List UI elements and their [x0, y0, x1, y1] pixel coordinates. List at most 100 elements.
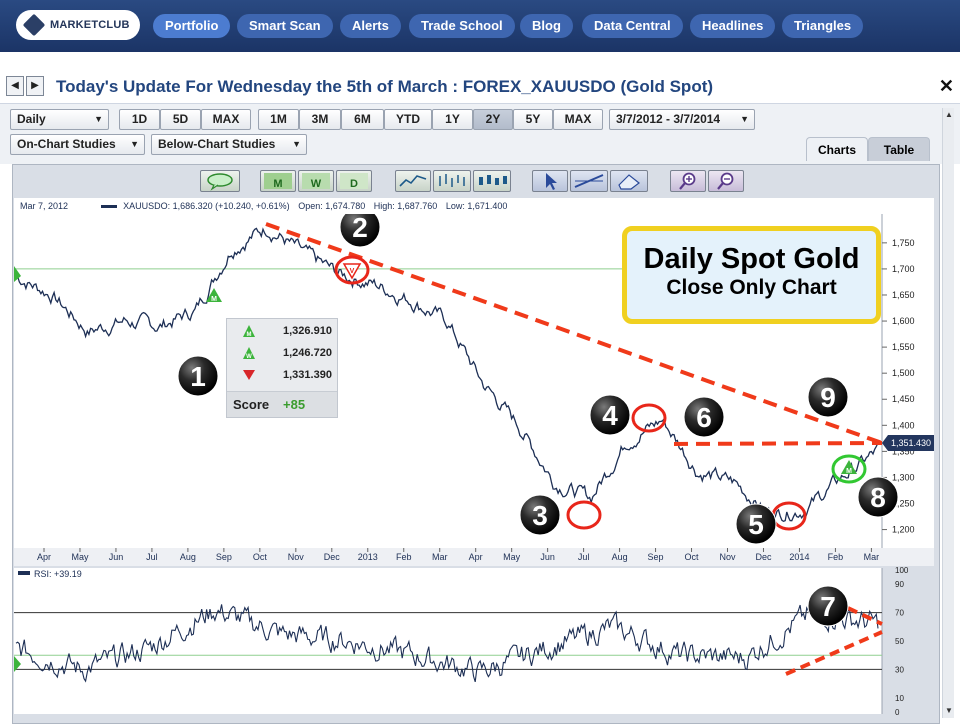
nav-blog[interactable]: Blog	[520, 14, 573, 38]
m-up-arrow-icon: M	[243, 325, 255, 338]
svg-text:1: 1	[190, 361, 206, 392]
scroll-up-icon[interactable]: ▲	[943, 108, 955, 122]
pointer-icon[interactable]	[532, 170, 568, 192]
date-tick-label: Sep	[648, 552, 664, 562]
vertical-scrollbar[interactable]: ▲ ▼	[942, 108, 954, 718]
top-nav: MARKETCLUB Portfolio Smart Scan Alerts T…	[0, 0, 960, 52]
range-max-button[interactable]: MAX	[201, 109, 251, 130]
info-low: Low: 1,671.400	[445, 201, 508, 211]
marker-1-icon: 1	[177, 355, 219, 397]
date-tick-label: 2013	[358, 552, 378, 562]
candlestick-icon[interactable]	[473, 170, 511, 192]
comment-icon[interactable]	[200, 170, 240, 192]
trendline-icon[interactable]	[570, 170, 608, 192]
on-chart-studies-select[interactable]: On-Chart Studies ▼	[10, 134, 145, 155]
date-tick-label: Dec	[755, 552, 772, 562]
svg-text:M: M	[211, 296, 217, 303]
rsi-tick-label: 30	[895, 665, 904, 674]
nav-trade-school[interactable]: Trade School	[409, 14, 515, 38]
prev-button[interactable]: ◀	[6, 76, 24, 96]
range-1y-button[interactable]: 1Y	[432, 109, 473, 130]
nav-headlines[interactable]: Headlines	[690, 14, 776, 38]
annotation-box: Daily Spot Gold Close Only Chart	[622, 226, 881, 324]
zoom-in-icon[interactable]	[670, 170, 706, 192]
bar-chart-icon[interactable]	[433, 170, 471, 192]
rsi-tick-label: 90	[895, 580, 904, 589]
svg-text:V: V	[350, 268, 355, 275]
svg-text:8: 8	[870, 482, 886, 513]
price-tick-label: 1,500	[892, 368, 915, 378]
svg-text:W: W	[246, 354, 252, 359]
date-tick-label: Aug	[180, 552, 196, 562]
last-price-value: 1,351.430	[891, 438, 931, 448]
svg-text:W: W	[311, 178, 322, 190]
nav-data-central[interactable]: Data Central	[582, 14, 683, 38]
svg-text:4: 4	[602, 400, 618, 431]
eraser-icon[interactable]	[610, 170, 648, 192]
range-3m-button[interactable]: 3M	[299, 109, 341, 130]
marketclub-logo[interactable]: MARKETCLUB	[16, 10, 140, 40]
on-chart-studies-label: On-Chart Studies	[17, 137, 116, 151]
svg-text:3: 3	[532, 500, 548, 531]
range-1m-button[interactable]: 1M	[258, 109, 299, 130]
date-range-value: 3/7/2012 - 3/7/2014	[616, 112, 721, 126]
date-tick-label: Feb	[396, 552, 412, 562]
date-tick-label: Oct	[253, 552, 268, 562]
below-chart-studies-select[interactable]: Below-Chart Studies ▼	[151, 134, 307, 155]
period-select[interactable]: Daily ▼	[10, 109, 109, 130]
date-tick-label: May	[503, 552, 521, 562]
annotation-title: Daily Spot Gold	[643, 243, 860, 275]
title-bar: ◀ ▶ Today's Update For Wednesday the 5th…	[0, 70, 960, 104]
date-tick-label: Mar	[864, 552, 880, 562]
nav-portfolio[interactable]: Portfolio	[153, 14, 231, 38]
info-symbol: XAUUSDO: 1,686.320 (+10.240, +0.61%)	[123, 201, 290, 211]
below-chart-studies-label: Below-Chart Studies	[158, 137, 276, 151]
nav-smart-scan[interactable]: Smart Scan	[237, 14, 333, 38]
nav-triangles[interactable]: Triangles	[782, 14, 864, 38]
range-5d-button[interactable]: 5D	[160, 109, 201, 130]
range-max-button-2[interactable]: MAX	[553, 109, 603, 130]
zoom-out-icon[interactable]	[708, 170, 744, 192]
period-select-value: Daily	[17, 112, 46, 126]
marker-6-icon: 6	[683, 396, 725, 438]
date-tick-label: Feb	[828, 552, 844, 562]
marker-3-icon: 3	[519, 494, 561, 536]
rsi-tick-label: 10	[895, 694, 904, 703]
close-icon[interactable]: ✕	[939, 76, 954, 97]
nav-alerts[interactable]: Alerts	[340, 14, 401, 38]
date-tick-label: Jun	[109, 552, 124, 562]
date-tick-label: Sep	[216, 552, 232, 562]
score-row-1-value: 1,326.910	[283, 325, 332, 337]
weekly-signal-icon[interactable]: W	[298, 170, 334, 192]
range-6m-button[interactable]: 6M	[341, 109, 384, 130]
rsi-tick-label: 70	[895, 609, 904, 618]
line-chart-icon[interactable]	[395, 170, 431, 192]
date-tick-label: Oct	[685, 552, 700, 562]
price-tick-label: 1,200	[892, 525, 915, 535]
monthly-signal-icon[interactable]: M	[260, 170, 296, 192]
logo-text: MARKETCLUB	[50, 19, 130, 31]
range-1d-button[interactable]: 1D	[119, 109, 160, 130]
date-tick-label: Jun	[540, 552, 555, 562]
chevron-down-icon: ▼	[740, 114, 749, 124]
range-5y-button[interactable]: 5Y	[513, 109, 553, 130]
w-up-arrow-icon: W	[243, 347, 255, 360]
date-tick-label: 2014	[789, 552, 809, 562]
tab-charts[interactable]: Charts	[806, 137, 868, 161]
svg-text:M: M	[273, 178, 282, 190]
date-range-select[interactable]: 3/7/2012 - 3/7/2014 ▼	[609, 109, 755, 130]
marker-8-icon: 8	[857, 476, 899, 518]
annotation-subtitle: Close Only Chart	[666, 276, 837, 299]
range-ytd-button[interactable]: YTD	[384, 109, 432, 130]
series-swatch	[100, 205, 117, 209]
date-tick-label: Aug	[612, 552, 628, 562]
svg-text:M: M	[846, 468, 852, 475]
range-2y-button[interactable]: 2Y	[473, 109, 513, 130]
svg-text:D: D	[350, 178, 358, 190]
next-button[interactable]: ▶	[26, 76, 44, 96]
tab-table[interactable]: Table	[868, 137, 930, 161]
scroll-down-icon[interactable]: ▼	[943, 704, 955, 718]
page-title: Today's Update For Wednesday the 5th of …	[56, 77, 714, 96]
daily-signal-icon[interactable]: D	[336, 170, 372, 192]
chevron-down-icon: ▼	[94, 114, 103, 124]
